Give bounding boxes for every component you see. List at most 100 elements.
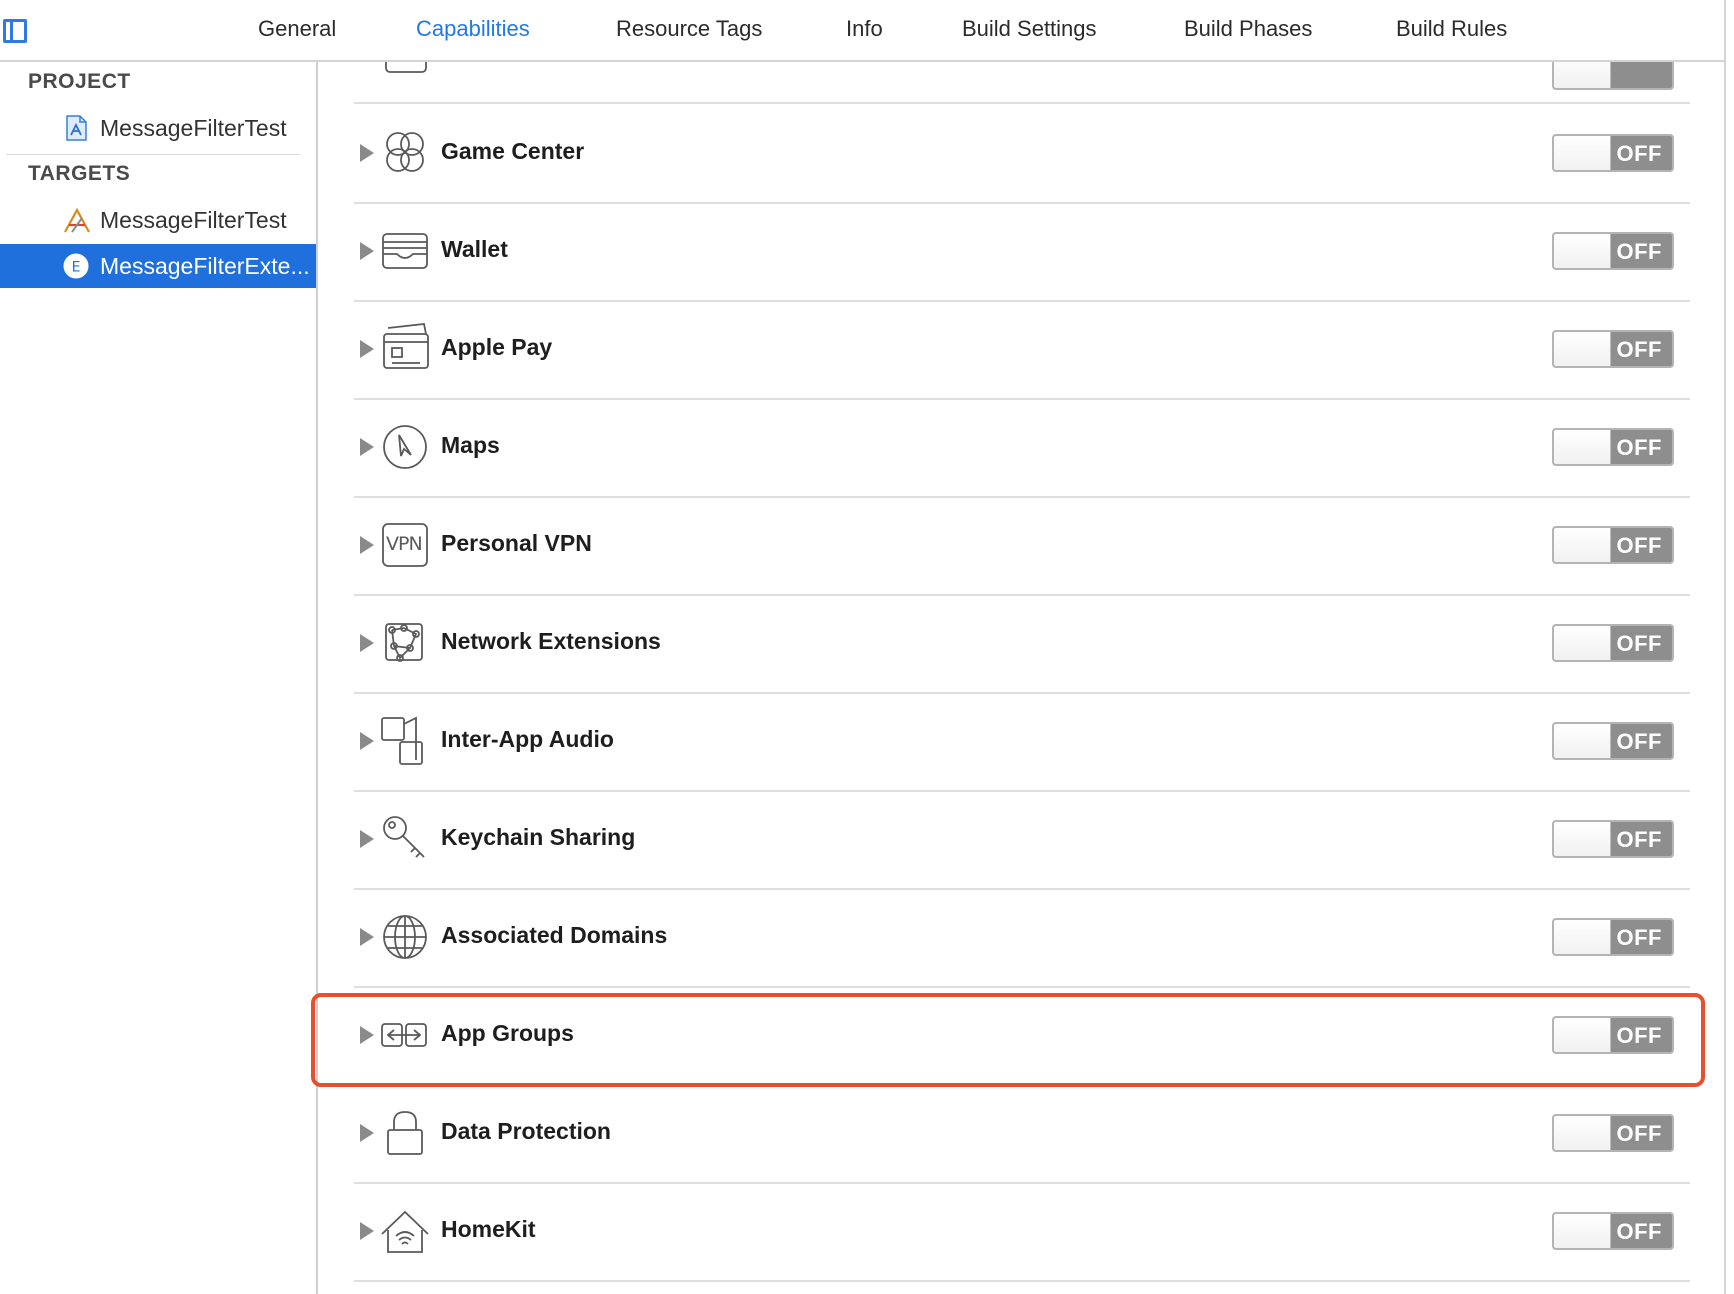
capability-row: Keychain Sharing OFF <box>354 790 1690 888</box>
disclosure-triangle-icon[interactable] <box>360 144 374 162</box>
lock-icon <box>380 1108 430 1158</box>
capability-toggle-switch[interactable]: OFF <box>1552 624 1674 662</box>
vpn-icon: VPN <box>380 520 430 570</box>
capability-row: Game Center OFF <box>354 104 1690 202</box>
disclosure-triangle-icon[interactable] <box>360 1222 374 1240</box>
tab-resource-tags[interactable]: Resource Tags <box>616 16 762 42</box>
capability-label: Apple Pay <box>441 334 553 360</box>
homekit-icon <box>380 1206 430 1256</box>
capability-toggle-switch[interactable]: OFF <box>1552 330 1674 368</box>
capability-row-partial <box>354 62 1690 100</box>
sidebar-item-label: MessageFilterTest <box>100 115 287 141</box>
switch-knob <box>1554 1116 1611 1150</box>
capability-toggle-switch[interactable]: OFF <box>1552 134 1674 172</box>
sidebar-item-label: MessageFilterTest <box>100 207 287 233</box>
inter-app-audio-icon <box>380 716 430 766</box>
switch-state-label: OFF <box>1616 1219 1662 1244</box>
capability-label: Data Protection <box>441 1118 611 1144</box>
capability-row: VPN Personal VPN OFF <box>354 496 1690 594</box>
capability-toggle-switch[interactable]: OFF <box>1552 428 1674 466</box>
capability-label: HomeKit <box>441 1216 536 1242</box>
maps-icon <box>380 422 430 472</box>
switch-knob <box>1554 626 1611 660</box>
apple-pay-icon <box>380 323 430 374</box>
switch-state-label: OFF <box>1616 1023 1662 1048</box>
capabilities-list: Game Center OFF Wallet OFF Apple Pay OFF Maps O… <box>318 62 1726 1294</box>
project-section-header: PROJECT <box>28 70 131 93</box>
disclosure-triangle-icon[interactable] <box>360 830 374 848</box>
switch-knob <box>1554 136 1611 170</box>
disclosure-triangle-icon[interactable] <box>360 438 374 456</box>
capability-toggle-switch[interactable]: OFF <box>1552 820 1674 858</box>
switch-state-label: OFF <box>1616 239 1662 264</box>
editor-tab-bar: General Capabilities Resource Tags Info … <box>0 0 1726 62</box>
switch-knob <box>1554 724 1611 758</box>
sidebar-item-target-extension[interactable]: E MessageFilterExte... <box>0 244 316 288</box>
switch-knob <box>1554 332 1611 366</box>
disclosure-triangle-icon[interactable] <box>360 928 374 946</box>
disclosure-triangle-icon[interactable] <box>360 634 374 652</box>
project-navigator: PROJECT MessageFilterTest TARGETS Messag… <box>0 62 318 1294</box>
network-extensions-icon <box>380 618 430 668</box>
app-groups-icon <box>380 1010 430 1060</box>
capability-label: Wallet <box>441 236 508 262</box>
capability-row: Associated Domains OFF <box>354 888 1690 986</box>
switch-state-label: OFF <box>1616 925 1662 950</box>
switch-state-label: OFF <box>1616 827 1662 852</box>
capability-toggle-switch[interactable]: OFF <box>1552 1114 1674 1152</box>
disclosure-triangle-icon[interactable] <box>360 536 374 554</box>
tab-build-phases[interactable]: Build Phases <box>1184 16 1312 42</box>
sidebar-item-target-app[interactable]: MessageFilterTest <box>0 198 316 242</box>
capability-label: Personal VPN <box>441 530 592 556</box>
capability-row: Maps OFF <box>354 398 1690 496</box>
capability-toggle-switch[interactable]: OFF <box>1552 918 1674 956</box>
switch-state-label: OFF <box>1616 729 1662 754</box>
svg-text:E: E <box>72 260 81 276</box>
capability-label: Game Center <box>441 138 585 164</box>
capability-label: App Groups <box>441 1020 574 1046</box>
disclosure-triangle-icon[interactable] <box>360 732 374 750</box>
capability-switch-partial[interactable] <box>1552 62 1674 90</box>
game-center-icon <box>380 128 430 178</box>
capability-toggle-switch[interactable]: OFF <box>1552 1016 1674 1054</box>
switch-state-label: OFF <box>1616 435 1662 460</box>
keychain-icon <box>380 814 430 864</box>
switch-knob <box>1554 430 1611 464</box>
disclosure-triangle-icon[interactable] <box>360 1124 374 1142</box>
capability-toggle-switch[interactable]: OFF <box>1552 526 1674 564</box>
tab-build-rules[interactable]: Build Rules <box>1396 16 1507 42</box>
capability-toggle-switch[interactable]: OFF <box>1552 232 1674 270</box>
capability-toggle-switch[interactable]: OFF <box>1552 1212 1674 1250</box>
capability-label: Associated Domains <box>441 922 668 948</box>
switch-state-label: OFF <box>1616 141 1662 166</box>
capability-row: App Groups OFF <box>354 986 1690 1084</box>
capability-row: Network Extensions OFF <box>354 594 1690 692</box>
tab-capabilities[interactable]: Capabilities <box>416 16 530 42</box>
capability-row: Apple Pay OFF <box>354 300 1690 398</box>
capability-icon-partial <box>385 62 427 73</box>
switch-state-label: OFF <box>1616 337 1662 362</box>
capability-row: Inter-App Audio OFF <box>354 692 1690 790</box>
project-file-icon <box>62 114 90 142</box>
tab-general[interactable]: General <box>258 16 336 42</box>
disclosure-triangle-icon[interactable] <box>360 1026 374 1044</box>
capability-row: Data Protection OFF <box>354 1084 1690 1182</box>
capability-label: Network Extensions <box>441 628 661 654</box>
switch-state-label: OFF <box>1616 631 1662 656</box>
sidebar-toggle-icon[interactable] <box>3 19 27 43</box>
tab-info[interactable]: Info <box>846 16 883 42</box>
switch-knob <box>1554 234 1611 268</box>
sidebar-item-label: MessageFilterExte... <box>100 253 310 279</box>
capability-toggle-switch[interactable]: OFF <box>1552 722 1674 760</box>
window-right-edge <box>1724 0 1734 1294</box>
disclosure-triangle-icon[interactable] <box>360 340 374 358</box>
capability-label: Keychain Sharing <box>441 824 636 850</box>
capability-row: Wallet OFF <box>354 202 1690 300</box>
disclosure-triangle-icon[interactable] <box>360 242 374 260</box>
row-divider <box>354 1280 1690 1282</box>
globe-icon <box>380 912 430 962</box>
switch-knob <box>1554 920 1611 954</box>
tab-build-settings[interactable]: Build Settings <box>962 16 1097 42</box>
sidebar-item-project[interactable]: MessageFilterTest <box>0 106 316 150</box>
app-target-icon <box>62 206 90 234</box>
